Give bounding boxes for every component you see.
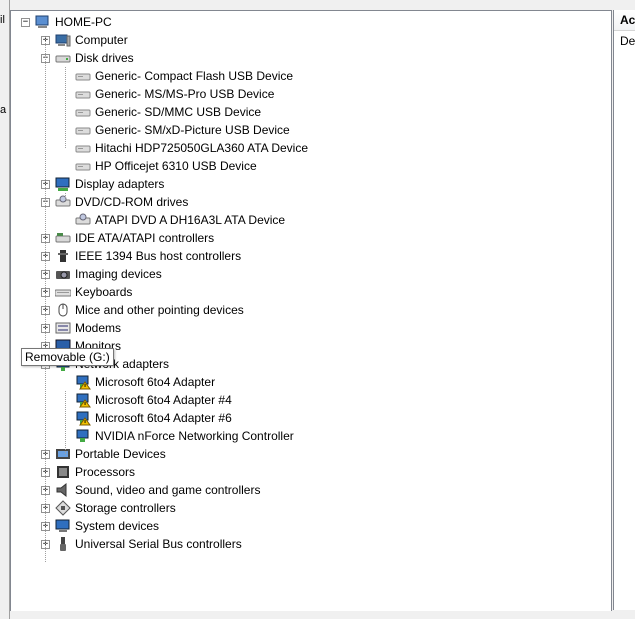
mouse-icon [55, 302, 71, 318]
tree-node-label: System devices [75, 519, 160, 533]
tree-node-label: Microsoft 6to4 Adapter #6 [95, 411, 232, 425]
tree-node-label: NVIDIA nForce Networking Controller [95, 429, 294, 443]
disk-drive-icon [75, 68, 91, 84]
tree-category-portable-devices[interactable]: + Portable Devices [41, 445, 167, 463]
tree-guide-line [45, 37, 46, 562]
storage-controller-icon [55, 500, 71, 516]
tree-node-label: Generic- MS/MS-Pro USB Device [95, 87, 275, 101]
left-pane-text-fragment-2: a [0, 104, 7, 116]
disk-drive-icon [75, 158, 91, 174]
tree-node-label: Keyboards [75, 285, 133, 299]
tree-category-system-devices[interactable]: + System devices [41, 517, 160, 535]
disk-drive-icon [75, 122, 91, 138]
tree-category-disk-drives[interactable]: − Disk drives [41, 49, 135, 67]
imaging-device-icon [55, 266, 71, 282]
display-adapter-icon [55, 176, 71, 192]
computer-icon [35, 14, 51, 30]
disk-drive-icon [55, 50, 71, 66]
tree-device-node[interactable]: Microsoft 6to4 Adapter #6 [61, 409, 233, 427]
network-adapter-icon-warning [75, 392, 91, 408]
tree-node-label: HOME-PC [55, 15, 112, 29]
tree-node-label: Mice and other pointing devices [75, 303, 244, 317]
network-adapter-icon-warning [75, 374, 91, 390]
ieee1394-icon [55, 248, 71, 264]
collapse-toggle-icon[interactable]: − [21, 17, 30, 27]
tree-node-label: Generic- Compact Flash USB Device [95, 69, 294, 83]
tree-category-ide-ata-atapi-controllers[interactable]: + IDE ATA/ATAPI controllers [41, 229, 215, 247]
tree-device-node[interactable]: Microsoft 6to4 Adapter #4 [61, 391, 233, 409]
processor-icon [55, 464, 71, 480]
tree-node-label: ATAPI DVD A DH16A3L ATA Device [95, 213, 286, 227]
ide-controller-icon [55, 230, 71, 246]
actions-pane[interactable]: Ac De [613, 10, 635, 610]
tree-category-universal-serial-bus-controllers[interactable]: + Universal Serial Bus controllers [41, 535, 243, 553]
tree-guide-line [65, 391, 66, 454]
sound-icon [55, 482, 71, 498]
tree-category-display-adapters[interactable]: + Display adapters [41, 175, 165, 193]
tree-device-node[interactable]: Generic- MS/MS-Pro USB Device [61, 85, 275, 103]
tree-category-modems[interactable]: + Modems [41, 319, 122, 337]
tree-node-label: Disk drives [75, 51, 134, 65]
tree-node-label: Universal Serial Bus controllers [75, 537, 242, 551]
tree-category-keyboards[interactable]: + Keyboards [41, 283, 133, 301]
tree-device-node[interactable]: ATAPI DVD A DH16A3L ATA Device [61, 211, 286, 229]
left-pane-text-fragment: il [0, 14, 5, 26]
system-device-icon [55, 518, 71, 534]
disk-drive-icon [75, 140, 91, 156]
tree-node-label: Microsoft 6to4 Adapter [95, 375, 216, 389]
tree-node-label: Generic- SM/xD-Picture USB Device [95, 123, 290, 137]
tree-node-label: Generic- SD/MMC USB Device [95, 105, 262, 119]
tree-category-storage-controllers[interactable]: + Storage controllers [41, 499, 177, 517]
tree-device-node[interactable]: Hitachi HDP725050GLA360 ATA Device [61, 139, 309, 157]
tree-node-label: Portable Devices [75, 447, 166, 461]
disk-drive-icon [75, 104, 91, 120]
dvd-drive-icon [75, 212, 91, 228]
tree-node-label: IEEE 1394 Bus host controllers [75, 249, 242, 263]
tree-device-node[interactable]: HP Officejet 6310 USB Device [61, 157, 258, 175]
tree-node-label: IDE ATA/ATAPI controllers [75, 231, 215, 245]
keyboard-icon [54, 284, 72, 300]
tree-root-node[interactable]: − HOME-PC [21, 13, 113, 31]
device-tree-pane[interactable]: − HOME-PC + Computer − Disk drives Generic- Co… [10, 10, 612, 612]
network-adapter-icon-warning [75, 410, 91, 426]
tree-category-mice-and-other-pointing-devices[interactable]: + Mice and other pointing devices [41, 301, 245, 319]
tree-category-sound-video-and-game-controllers[interactable]: + Sound, video and game controllers [41, 481, 261, 499]
tree-device-node[interactable]: Generic- Compact Flash USB Device [61, 67, 294, 85]
actions-row[interactable]: De [614, 31, 635, 51]
tree-node-label: Modems [75, 321, 122, 335]
tooltip: Removable (G:) [21, 348, 114, 366]
dvd-drive-icon [55, 194, 71, 210]
tree-node-label: Sound, video and game controllers [75, 483, 261, 497]
tree-guide-line [65, 193, 66, 202]
tree-node-label: Display adapters [75, 177, 165, 191]
tree-device-node[interactable]: Generic- SM/xD-Picture USB Device [61, 121, 291, 139]
tree-guide-line [65, 67, 66, 148]
tree-category-ieee-1394-bus-host-controllers[interactable]: + IEEE 1394 Bus host controllers [41, 247, 242, 265]
tree-node-label: Microsoft 6to4 Adapter #4 [95, 393, 232, 407]
tree-device-node[interactable]: Microsoft 6to4 Adapter [61, 373, 216, 391]
disk-drive-icon [75, 86, 91, 102]
tree-node-label: Processors [75, 465, 136, 479]
tree-node-label: Hitachi HDP725050GLA360 ATA Device [95, 141, 309, 155]
modem-icon [55, 320, 71, 336]
usb-icon [55, 536, 71, 552]
tree-node-label: Imaging devices [75, 267, 162, 281]
tree-device-node[interactable]: NVIDIA nForce Networking Controller [61, 427, 295, 445]
tree-node-label: DVD/CD-ROM drives [75, 195, 189, 209]
actions-header: Ac [614, 10, 635, 31]
tree-node-label: Computer [75, 33, 128, 47]
computer-icon [55, 32, 71, 48]
tree-node-label: Storage controllers [75, 501, 176, 515]
left-pane-edge: il a [0, 0, 10, 619]
tree-node-label: HP Officejet 6310 USB Device [95, 159, 257, 173]
network-adapter-icon [75, 428, 91, 444]
tree-category-processors[interactable]: + Processors [41, 463, 136, 481]
tree-category-dvd-cd-rom-drives[interactable]: − DVD/CD-ROM drives [41, 193, 189, 211]
portable-device-icon [55, 446, 71, 462]
horizontal-scrollbar[interactable] [10, 611, 635, 619]
tree-device-node[interactable]: Generic- SD/MMC USB Device [61, 103, 262, 121]
tree-category-imaging-devices[interactable]: + Imaging devices [41, 265, 163, 283]
tree-category-computer[interactable]: + Computer [41, 31, 129, 49]
